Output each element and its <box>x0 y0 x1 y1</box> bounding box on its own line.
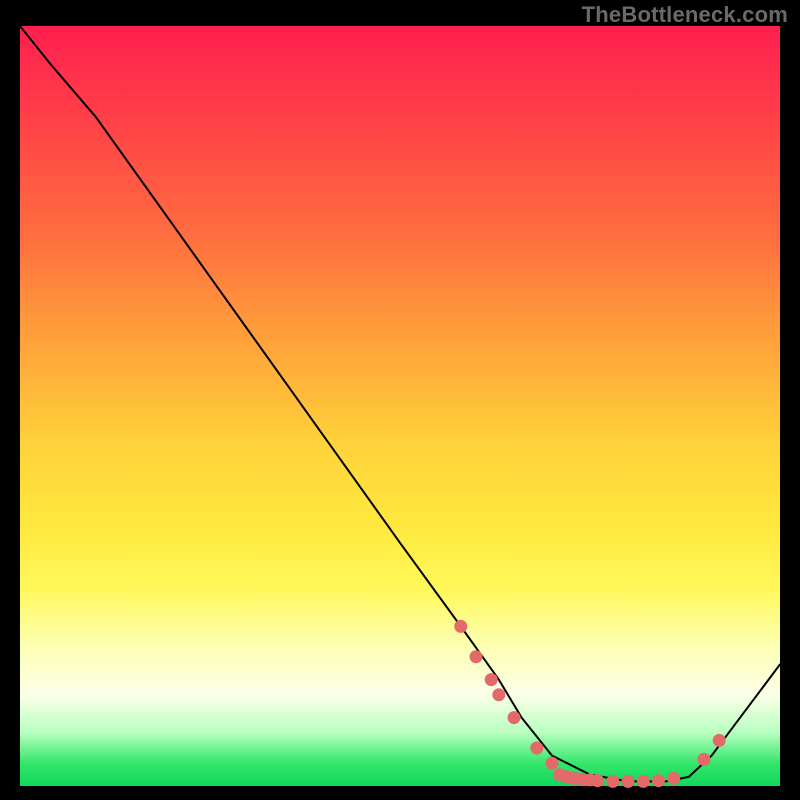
marker-dot <box>652 775 664 787</box>
marker-dot <box>698 753 710 765</box>
marker-dot <box>508 712 520 724</box>
marker-dot <box>470 651 482 663</box>
marker-dot <box>455 620 467 632</box>
marker-dot <box>485 674 497 686</box>
marker-dot <box>637 775 649 787</box>
marker-dot <box>713 734 725 746</box>
gradient-plot-area <box>20 26 780 786</box>
watermark-text: TheBottleneck.com <box>582 2 788 28</box>
bottleneck-curve <box>20 26 780 781</box>
marker-dot <box>622 775 634 787</box>
marker-dot <box>531 742 543 754</box>
marker-dot <box>607 775 619 787</box>
marker-dot <box>668 772 680 784</box>
marker-dot <box>493 689 505 701</box>
marker-dot <box>592 775 604 787</box>
chart-frame: TheBottleneck.com <box>0 0 800 800</box>
curve-svg <box>20 26 780 786</box>
scatter-markers <box>455 620 725 787</box>
marker-dot <box>546 757 558 769</box>
